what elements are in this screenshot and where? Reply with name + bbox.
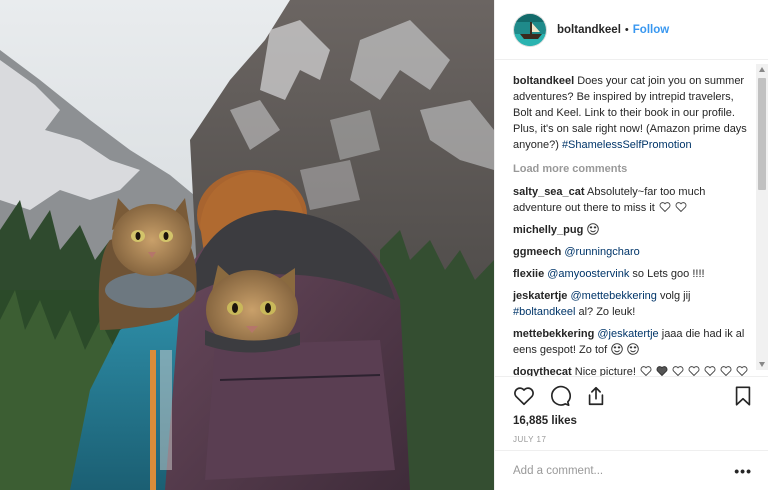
- comment-item: jeskatertje @mettebekkering volg jij #bo…: [513, 288, 756, 320]
- scrollbar-thumb[interactable]: [758, 78, 766, 190]
- comment-item: ggmeech @runningcharo: [513, 244, 756, 260]
- caption-hashtag[interactable]: #ShamelessSelfPromotion: [562, 139, 692, 151]
- comments-list[interactable]: boltandkeel Does your cat join you on su…: [495, 60, 756, 376]
- white-heart-icon: [659, 202, 671, 213]
- comment-item: michelly_pug: [513, 222, 756, 238]
- comment-icon[interactable]: [549, 385, 571, 407]
- comment-mention[interactable]: @amyoostervink: [547, 268, 629, 280]
- comment-text: volg jij: [659, 290, 691, 302]
- add-comment-input[interactable]: [513, 464, 735, 477]
- load-more-comments-button[interactable]: Load more comments: [513, 161, 756, 177]
- scroll-down-arrow-icon[interactable]: [759, 362, 765, 367]
- comment-item: salty_sea_cat Absolutely~far too much ad…: [513, 184, 756, 216]
- likes-count[interactable]: 16,885 likes: [513, 413, 754, 429]
- header-separator: •: [624, 23, 629, 36]
- post-photo[interactable]: [0, 0, 494, 490]
- white-heart-icon: [672, 366, 684, 376]
- white-heart-icon: [704, 366, 716, 376]
- black-heart-icon: [656, 366, 668, 376]
- comment-mention[interactable]: @runningcharo: [564, 246, 639, 258]
- comment-text: so Lets goo !!!!: [632, 268, 705, 280]
- comment-username[interactable]: mettebekkering: [513, 328, 594, 340]
- post-caption: boltandkeel Does your cat join you on su…: [513, 73, 756, 153]
- heart-eyes-icon: [611, 343, 623, 355]
- white-heart-icon: [736, 366, 748, 376]
- white-heart-icon: [675, 202, 687, 213]
- post-header: boltandkeel • Follow: [495, 0, 768, 60]
- comment-item: flexiie @amyoostervink so Lets goo !!!!: [513, 266, 756, 282]
- comment-mention[interactable]: @mettebekkering: [571, 290, 657, 302]
- photo-image: [0, 0, 494, 490]
- more-options-button[interactable]: •••: [734, 463, 752, 479]
- heart-eyes-icon: [627, 343, 640, 355]
- header-username[interactable]: boltandkeel: [557, 24, 621, 36]
- add-comment-bar: •••: [495, 450, 768, 490]
- follow-button[interactable]: Follow: [633, 24, 669, 36]
- comment-text: al? Zo leuk!: [578, 306, 636, 318]
- comment-item: mettebekkering @jeskatertje jaaa die had…: [513, 326, 756, 358]
- action-bar: [513, 379, 754, 413]
- comment-username[interactable]: michelly_pug: [513, 224, 583, 236]
- comments-scrollbar[interactable]: [756, 64, 768, 370]
- heart-eyes-icon: [587, 223, 600, 235]
- comment-username[interactable]: salty_sea_cat: [513, 186, 585, 198]
- comment-text: Nice picture!: [574, 366, 636, 376]
- comment-mention[interactable]: @jeskatertje: [597, 328, 658, 340]
- white-heart-icon: [640, 366, 652, 376]
- bookmark-icon[interactable]: [732, 385, 754, 407]
- comment-hashtag[interactable]: #boltandkeel: [513, 306, 575, 318]
- comment-username[interactable]: ggmeech: [513, 246, 561, 258]
- heart-icon[interactable]: [513, 385, 535, 407]
- scroll-up-arrow-icon[interactable]: [759, 67, 765, 72]
- white-heart-icon: [720, 366, 732, 376]
- comment-username[interactable]: dogythecat: [513, 366, 572, 376]
- comment-item: dogythecat Nice picture!: [513, 364, 756, 376]
- comment-username[interactable]: jeskatertje: [513, 290, 567, 302]
- post-side-panel: boltandkeel • Follow boltandkeel Does yo…: [494, 0, 768, 490]
- comment-username[interactable]: flexiie: [513, 268, 544, 280]
- post-date[interactable]: JULY 17: [513, 435, 754, 444]
- caption-username[interactable]: boltandkeel: [513, 75, 574, 87]
- share-icon[interactable]: [585, 385, 607, 407]
- white-heart-icon: [688, 366, 700, 376]
- avatar-boat-icon[interactable]: [513, 12, 547, 47]
